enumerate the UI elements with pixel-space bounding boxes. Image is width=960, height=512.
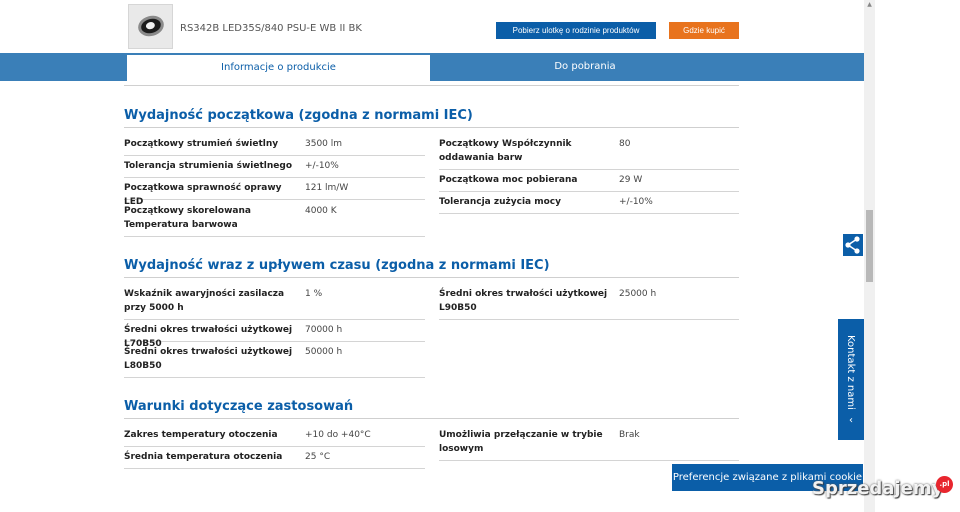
- tab-bar: Informacje o produkcie Do pobrania: [0, 53, 864, 83]
- spec-label: Średnia temperatura otoczenia: [124, 452, 283, 462]
- spec-value: 80: [619, 139, 631, 149]
- spec-value: 1 %: [305, 289, 323, 299]
- spec-label: Początkowa moc pobierana: [439, 175, 578, 185]
- spec-row: Początkowa moc pobierana 29 W: [439, 173, 739, 192]
- spec-row: Średni okres trwałości użytkowej L80B50 …: [124, 345, 425, 378]
- spec-value: 4000 K: [305, 206, 337, 216]
- section-title-performance-over-time: Wydajność wraz z upływem czasu (zgodna z…: [124, 258, 550, 273]
- watermark-badge: .pl: [936, 476, 953, 493]
- scroll-up-arrow-icon[interactable]: ▲: [864, 0, 875, 10]
- spec-row: Początkowy skorelowana Temperatura barwo…: [124, 204, 425, 237]
- spec-row: Początkowy Współczynnik oddawania barw 8…: [439, 137, 739, 170]
- spec-row: Wskaźnik awaryjności zasilacza przy 5000…: [124, 287, 425, 320]
- product-header: RS342B LED35S/840 PSU-E WB II BK Pobierz…: [0, 0, 864, 53]
- spec-label: Średni okres trwałości użytkowej L90B50: [439, 289, 608, 313]
- tab-downloads[interactable]: Do pobrania: [431, 53, 739, 81]
- spec-value: +/-10%: [305, 161, 339, 171]
- spec-row: Tolerancja zużycia mocy +/-10%: [439, 195, 739, 214]
- spec-value: 29 W: [619, 175, 643, 185]
- spec-value: 25 °C: [305, 452, 331, 462]
- spec-value: 121 lm/W: [305, 183, 349, 193]
- spec-value: +10 do +40°C: [305, 430, 371, 440]
- spec-value: 50000 h: [305, 347, 343, 357]
- spec-label: Początkowy Współczynnik oddawania barw: [439, 139, 572, 163]
- spec-label: Zakres temperatury otoczenia: [124, 430, 278, 440]
- spec-row: Początkowy strumień świetlny 3500 lm: [124, 137, 425, 156]
- spec-value: Brak: [619, 430, 640, 440]
- contact-us-tab[interactable]: Kontakt z nami ‹: [838, 319, 864, 440]
- scrollbar-thumb[interactable]: [866, 210, 873, 282]
- download-brochure-button[interactable]: Pobierz ulotkę o rodzinie produktów: [496, 22, 656, 39]
- spec-row: Średni okres trwałości użytkowej L90B50 …: [439, 287, 739, 320]
- spec-label: Tolerancja strumienia świetlnego: [124, 161, 293, 171]
- spec-row: Tolerancja strumienia świetlnego +/-10%: [124, 159, 425, 178]
- tab-product-info[interactable]: Informacje o produkcie: [127, 55, 430, 83]
- chevron-left-icon: ‹: [849, 415, 853, 426]
- spec-row: Średni okres trwałości użytkowej L70B50 …: [124, 323, 425, 349]
- spec-value: 25000 h: [619, 289, 657, 299]
- spec-value: 3500 lm: [305, 139, 343, 149]
- spec-value: 70000 h: [305, 325, 343, 335]
- spec-row: Umożliwia przełączanie w trybie losowym …: [439, 428, 739, 461]
- spec-label: Średni okres trwałości użytkowej L80B50: [124, 347, 293, 371]
- spec-value: +/-10%: [619, 197, 653, 207]
- vertical-scrollbar[interactable]: ▲: [864, 0, 875, 512]
- section-title-initial-performance: Wydajność początkowa (zgodna z normami I…: [124, 108, 473, 123]
- spec-row: Średnia temperatura otoczenia 25 °C: [124, 450, 425, 469]
- where-to-buy-button[interactable]: Gdzie kupić: [669, 22, 739, 39]
- watermark-logo: Sprzedajemy: [812, 478, 944, 499]
- contact-us-label: Kontakt z nami: [845, 335, 856, 410]
- product-name: RS342B LED35S/840 PSU-E WB II BK: [180, 23, 362, 34]
- downlight-image-icon: [135, 12, 167, 40]
- share-button[interactable]: [843, 234, 863, 256]
- spec-label: Początkowy strumień świetlny: [124, 139, 279, 149]
- spec-label: Tolerancja zużycia mocy: [439, 197, 562, 207]
- spec-label: Umożliwia przełączanie w trybie losowym: [439, 430, 603, 454]
- spec-row: Początkowa sprawność oprawy LED 121 lm/W: [124, 181, 425, 207]
- section-divider: [124, 418, 739, 419]
- share-icon: [845, 236, 860, 254]
- section-title-application-conditions: Warunki dotyczące zastosowań: [124, 399, 354, 414]
- section-divider: [124, 277, 739, 278]
- section-divider: [124, 127, 739, 128]
- spec-row: Zakres temperatury otoczenia +10 do +40°…: [124, 428, 425, 447]
- divider: [124, 85, 739, 86]
- product-thumbnail[interactable]: [128, 4, 173, 49]
- spec-label: Początkowy skorelowana Temperatura barwo…: [124, 206, 251, 230]
- spec-label: Wskaźnik awaryjności zasilacza przy 5000…: [124, 289, 285, 313]
